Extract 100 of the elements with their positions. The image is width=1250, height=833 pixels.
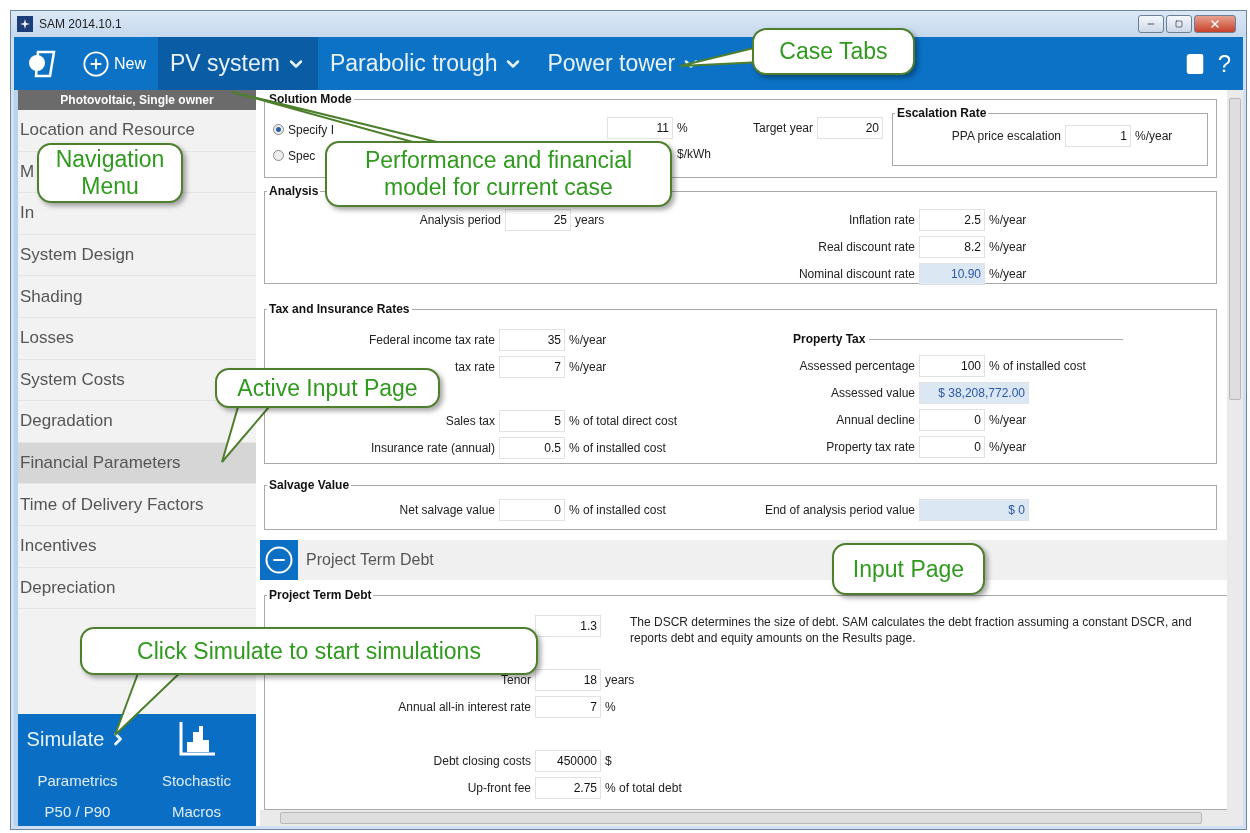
field-label: Sales tax bbox=[444, 413, 495, 428]
unit-label: % bbox=[605, 699, 616, 714]
chart-icon bbox=[178, 722, 215, 756]
maximize-button[interactable] bbox=[1166, 15, 1192, 33]
number-field[interactable]: 1 bbox=[1065, 124, 1131, 147]
number-field[interactable]: 5 bbox=[499, 409, 565, 432]
number-field[interactable]: 450000 bbox=[535, 749, 601, 772]
unit-label: %/year bbox=[989, 439, 1027, 454]
collapse-button[interactable] bbox=[260, 540, 298, 580]
nav-item[interactable]: Shading bbox=[18, 286, 85, 307]
help-button[interactable]: ? bbox=[1217, 37, 1243, 90]
computed-value-field[interactable]: $ 0 bbox=[919, 498, 1029, 521]
nav-item[interactable]: System Design bbox=[18, 245, 137, 266]
simulate-button[interactable]: Simulate bbox=[26, 727, 129, 751]
minus-circle-icon bbox=[264, 545, 294, 575]
number-field[interactable]: 18 bbox=[535, 668, 601, 691]
number-field[interactable]: 11 bbox=[607, 116, 673, 139]
callout: Input Page bbox=[832, 543, 985, 595]
unit-label: years bbox=[575, 212, 605, 227]
minimize-button[interactable] bbox=[1138, 15, 1164, 33]
nav-item[interactable]: Location and Resource bbox=[18, 120, 197, 141]
simulate-link[interactable]: Parametrics bbox=[37, 771, 118, 789]
nav-item[interactable]: Incentives bbox=[18, 536, 99, 557]
callout: Performance and financial model for current case bbox=[325, 141, 672, 207]
simulate-link[interactable]: Stochastic bbox=[161, 771, 232, 789]
number-field[interactable]: 7 bbox=[535, 695, 601, 718]
unit-label: %/year bbox=[989, 239, 1027, 254]
field-label: Insurance rate (annual) bbox=[369, 440, 495, 455]
group-title: Analysis bbox=[268, 184, 320, 198]
unit-label: years bbox=[605, 672, 635, 687]
field-label: Tenor bbox=[499, 672, 531, 687]
subgroup-title: Property Tax bbox=[793, 332, 866, 346]
field-label: tax rate bbox=[453, 359, 495, 374]
number-field[interactable]: 0.5 bbox=[499, 436, 565, 459]
field-label: Target year bbox=[752, 120, 813, 135]
unit-label: % bbox=[677, 120, 688, 135]
section-title: Project Term Debt bbox=[306, 551, 434, 569]
number-field[interactable]: 0 bbox=[919, 435, 985, 458]
simulate-link[interactable]: P50 / P90 bbox=[44, 802, 111, 820]
field-label: Net salvage value bbox=[398, 502, 495, 517]
radio-button[interactable] bbox=[273, 124, 284, 135]
number-field[interactable]: 7 bbox=[499, 355, 565, 378]
close-button[interactable] bbox=[1194, 15, 1236, 33]
unit-label: %/year bbox=[569, 332, 607, 347]
unit-label: %/year bbox=[989, 212, 1027, 227]
unit-label: %/year bbox=[1135, 128, 1173, 143]
nav-item[interactable]: M bbox=[18, 161, 37, 182]
nav-item[interactable]: Financial Parameters bbox=[18, 442, 256, 484]
horizontal-scrollbar[interactable] bbox=[260, 810, 1243, 826]
field-label: Up-front fee bbox=[466, 780, 531, 795]
nav-item[interactable]: Depreciation bbox=[18, 577, 118, 598]
field-label: End of analysis period value bbox=[763, 502, 915, 517]
unit-label: % of total direct cost bbox=[569, 413, 678, 428]
field-label: Inflation rate bbox=[847, 212, 915, 227]
unit-label: % of installed cost bbox=[569, 440, 666, 455]
group-title: Solution Mode bbox=[268, 92, 353, 106]
scrollbar-thumb[interactable] bbox=[1229, 98, 1241, 400]
field-label: Debt closing costs bbox=[432, 753, 531, 768]
radio-button[interactable] bbox=[273, 150, 284, 161]
group-title: Project Term Debt bbox=[268, 588, 373, 602]
option-label: Specify I bbox=[288, 122, 335, 137]
number-field[interactable]: 35 bbox=[499, 328, 565, 351]
unit-label: %/year bbox=[569, 359, 607, 374]
callout: Case Tabs bbox=[752, 28, 915, 75]
case-tab[interactable]: Parabolic trough bbox=[317, 37, 536, 90]
simulate-link[interactable]: Macros bbox=[171, 802, 222, 820]
number-field[interactable]: 1.3 bbox=[535, 614, 601, 637]
vertical-scrollbar[interactable] bbox=[1227, 90, 1243, 810]
number-field[interactable]: 8.2 bbox=[919, 235, 985, 258]
group-title: Salvage Value bbox=[268, 478, 351, 492]
number-field[interactable]: 0 bbox=[919, 408, 985, 431]
nav-item[interactable]: Losses bbox=[18, 328, 76, 349]
computed-value-field[interactable]: $ 38,208,772.00 bbox=[919, 381, 1029, 404]
field-label: Federal income tax rate bbox=[367, 332, 495, 347]
field-label: Assessed percentage bbox=[798, 358, 915, 373]
nav-item[interactable]: In bbox=[18, 203, 37, 224]
help-text: The DSCR determines the size of debt. SAM calculates the debt fraction assuming a constant DSCR, and reports debt and equity amounts on the Results page. bbox=[630, 614, 1193, 646]
nav-item[interactable]: Degradation bbox=[18, 411, 115, 432]
nav-item[interactable]: Time of Delivery Factors bbox=[18, 494, 206, 515]
callout: Navigation Menu bbox=[37, 143, 183, 203]
option-label: Spec bbox=[288, 148, 316, 163]
number-field[interactable]: 25 bbox=[505, 208, 571, 231]
number-field[interactable]: 0 bbox=[499, 498, 565, 521]
field-label: Annual all-in interest rate bbox=[397, 699, 531, 714]
new-case-button[interactable]: New bbox=[70, 37, 158, 90]
number-field[interactable]: 100 bbox=[919, 354, 985, 377]
field-label: Property tax rate bbox=[825, 439, 915, 454]
nav-item[interactable]: System Costs bbox=[18, 369, 127, 390]
scrollbar-thumb[interactable] bbox=[280, 812, 1202, 824]
computed-value-field[interactable]: 10.90 bbox=[919, 262, 985, 285]
field-label: Nominal discount rate bbox=[797, 266, 915, 281]
number-field[interactable]: 20 bbox=[817, 116, 883, 139]
field-label: Analysis period bbox=[418, 212, 501, 227]
case-tab[interactable]: PV system bbox=[158, 37, 318, 90]
field-label: PPA price escalation bbox=[950, 128, 1061, 143]
number-field[interactable]: 2.5 bbox=[919, 208, 985, 231]
unit-label: % of total debt bbox=[605, 780, 682, 795]
app-icon bbox=[17, 16, 33, 32]
group-title: Escalation Rate bbox=[896, 106, 988, 120]
number-field[interactable]: 2.75 bbox=[535, 776, 601, 799]
